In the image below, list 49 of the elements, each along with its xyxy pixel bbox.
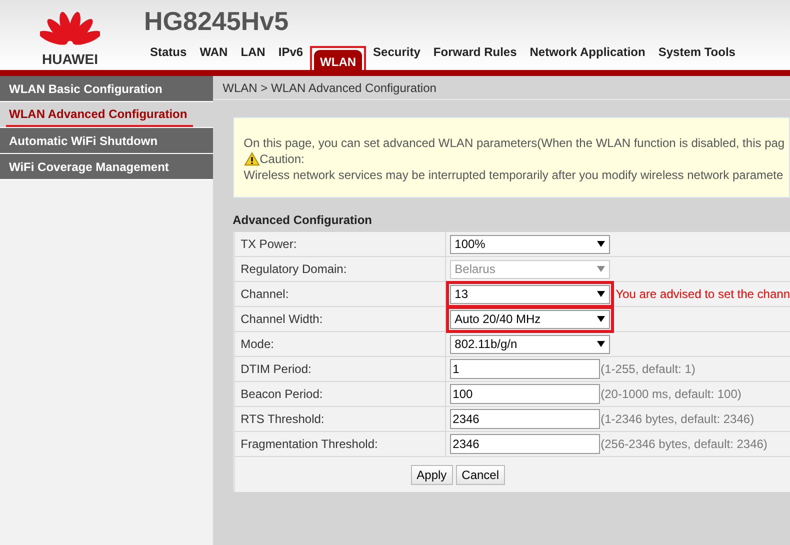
form-button[interactable]: Cancel bbox=[456, 464, 506, 484]
hint-text: (256-2346 bytes, default: 2346) bbox=[600, 436, 768, 453]
caret-icon bbox=[596, 316, 605, 322]
sidebar-item[interactable]: Automatic WiFi Shutdown bbox=[0, 128, 213, 154]
advice-text: You are advised to set the chann bbox=[616, 286, 790, 303]
hint-text: (20-1000 ms, default: 100) bbox=[600, 386, 742, 403]
input-field[interactable]: 100 bbox=[450, 384, 600, 404]
field-label: RTS Threshold: bbox=[240, 411, 324, 428]
sidebar-item[interactable]: WiFi Coverage Management bbox=[0, 154, 213, 180]
warning-icon bbox=[244, 152, 260, 166]
section-title: Advanced Configuration bbox=[232, 212, 373, 229]
input-field[interactable]: 1 bbox=[450, 359, 600, 379]
field-label: Fragmentation Threshold: bbox=[240, 436, 378, 453]
nav-tab[interactable]: LAN bbox=[234, 40, 272, 64]
hint-text: (1-255, default: 1) bbox=[600, 361, 696, 378]
nav-tab[interactable]: System Tools bbox=[652, 40, 742, 64]
sidebar-item[interactable]: WLAN Basic Configuration bbox=[0, 76, 213, 102]
caret-icon bbox=[596, 291, 605, 297]
dropdown[interactable]: 802.11b/g/n bbox=[450, 334, 610, 354]
warning-text: Wireless network services may be interrupted temporarily after you modify wireless network paramete bbox=[244, 167, 784, 183]
caution-label: Caution: bbox=[260, 151, 304, 167]
logo-text: HUAWEI bbox=[42, 50, 98, 69]
field-label: TX Power: bbox=[240, 236, 297, 253]
caret-icon bbox=[596, 241, 605, 247]
dropdown[interactable]: 100% bbox=[450, 234, 610, 254]
nav-tab[interactable]: Security bbox=[367, 40, 426, 64]
nav-tab[interactable]: WAN bbox=[194, 40, 234, 64]
caret-icon bbox=[596, 341, 605, 347]
dropdown[interactable]: 13 bbox=[450, 284, 610, 304]
field-label: Mode: bbox=[240, 336, 274, 353]
hint-text: (1-2346 bytes, default: 2346) bbox=[600, 411, 754, 428]
input-field[interactable]: 2346 bbox=[450, 409, 600, 429]
nav-tab[interactable]: Status bbox=[144, 40, 193, 64]
field-label: DTIM Period: bbox=[240, 361, 312, 378]
caret-icon bbox=[596, 266, 605, 272]
field-label: Channel: bbox=[240, 286, 289, 303]
sidebar-item[interactable]: WLAN Advanced Configuration bbox=[0, 102, 213, 128]
field-label: Channel Width: bbox=[240, 311, 323, 328]
nav-tab[interactable]: Network Application bbox=[524, 40, 652, 64]
field-label: Beacon Period: bbox=[240, 386, 323, 403]
breadcrumb: WLAN > WLAN Advanced Configuration bbox=[222, 80, 436, 96]
nav-tab[interactable]: IPv6 bbox=[272, 40, 310, 64]
form-button[interactable]: Apply bbox=[410, 464, 453, 484]
nav-tab[interactable]: Forward Rules bbox=[427, 40, 523, 64]
model-title: HG8245Hv5 bbox=[144, 5, 290, 38]
field-label: Regulatory Domain: bbox=[240, 261, 347, 278]
input-field[interactable]: 2346 bbox=[450, 434, 600, 454]
notice-text: On this page, you can set advanced WLAN parameters(When the WLAN function is disabled, this pag bbox=[244, 135, 786, 151]
dropdown[interactable]: Auto 20/40 MHz bbox=[450, 310, 610, 328]
